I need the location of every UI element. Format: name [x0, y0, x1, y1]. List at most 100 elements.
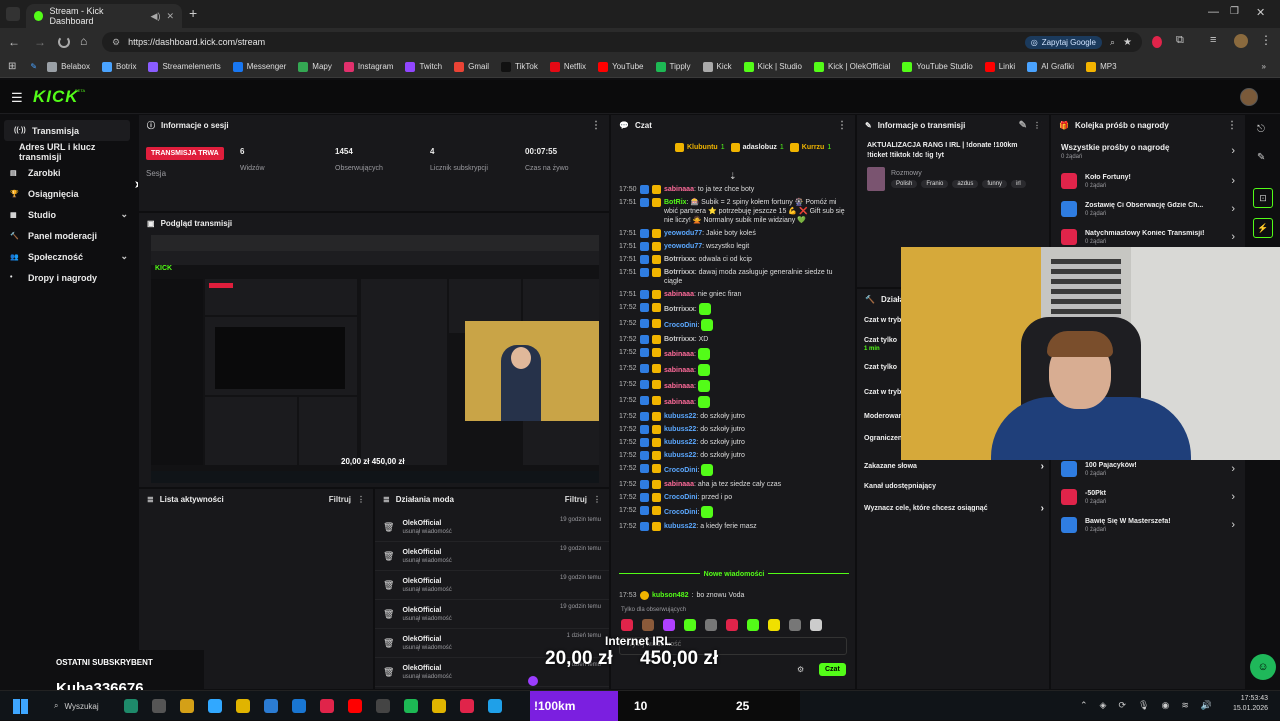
tray-sync-icon[interactable]: ⟳ — [1118, 700, 1126, 711]
new-tab-button[interactable]: + — [189, 5, 197, 21]
bookmark-item[interactable]: Messenger — [232, 61, 286, 72]
tray-network-icon[interactable]: ◉ — [1161, 700, 1169, 711]
activity-filter-button[interactable]: Filtruj — [329, 495, 351, 504]
tab-close-icon[interactable]: ✕ — [166, 11, 174, 22]
emote-icon[interactable] — [789, 619, 801, 631]
pinned-gifter[interactable]: adaslobuz 1 — [730, 143, 784, 152]
chat-username[interactable]: Botrrixxx — [664, 306, 695, 313]
mod-actions-filter-button[interactable]: Filtruj — [565, 495, 587, 504]
reward-item[interactable]: -50Pkt 0 żądań › — [1051, 483, 1245, 511]
chat-username[interactable]: yeowodu77 — [664, 230, 702, 237]
mod-action-user[interactable]: OlekOfficial — [402, 665, 451, 672]
browser-menu-icon[interactable]: ⋮ — [1260, 33, 1272, 47]
chat-username[interactable]: CrocoDini — [664, 322, 697, 329]
taskbar-app-icon[interactable] — [264, 699, 278, 713]
chat-username[interactable]: sabinaaa — [664, 399, 694, 406]
chat-username[interactable]: kubuss22 — [664, 426, 696, 433]
windows-start-icon[interactable] — [13, 699, 28, 714]
clock[interactable]: 17:53:43 15.01.2026 — [1226, 695, 1268, 712]
bookmark-item[interactable]: Mapy — [298, 61, 332, 72]
rail-robot-icon[interactable]: ⊡ — [1253, 188, 1273, 208]
bookmark-item[interactable]: Twitch — [405, 61, 442, 72]
bookmark-item[interactable]: Botrix — [102, 61, 136, 72]
chat-username[interactable]: sabinaaa — [664, 291, 694, 298]
emote-icon[interactable] — [621, 619, 633, 631]
site-info-icon[interactable]: ⚙ — [112, 37, 120, 48]
taskbar-app-icon[interactable] — [460, 699, 474, 713]
maximize-button[interactable]: ❐ — [1230, 6, 1239, 17]
emote-icon[interactable] — [810, 619, 822, 631]
taskbar-search[interactable]: ⌕ Wyszukaj — [46, 697, 118, 715]
chat-username[interactable]: CrocoDini — [664, 509, 697, 516]
chat-username[interactable]: sabinaaa — [664, 383, 694, 390]
sidebar-item[interactable]: 👥 Społeczność ⌄ — [0, 246, 138, 267]
bookmark-item[interactable]: AI Grafiki — [1027, 61, 1074, 72]
user-avatar[interactable] — [1240, 88, 1258, 106]
rail-bolt-icon[interactable]: ⚡ — [1253, 218, 1273, 238]
url-bar[interactable]: ⚙ https://dashboard.kick.com/stream ◎ Zap… — [102, 32, 1142, 52]
hamburger-menu-icon[interactable]: ☰ — [11, 90, 23, 106]
bookmark-item[interactable]: Linki — [984, 61, 1015, 72]
chat-username[interactable]: kubson482 — [652, 591, 689, 600]
emote-icon[interactable] — [642, 619, 654, 631]
bookmark-item[interactable]: TikTok — [501, 61, 538, 72]
stream-tag[interactable]: Franio — [921, 180, 949, 188]
stream-video[interactable]: KICK 20,00 zł 450,00 zł — [151, 235, 599, 483]
emote-icon[interactable] — [768, 619, 780, 631]
taskbar-app-icon[interactable] — [376, 699, 390, 713]
rail-exit-icon[interactable]: ⎋ — [1257, 124, 1265, 135]
chat-username[interactable]: sabinaaa — [664, 481, 694, 488]
reward-item[interactable]: Zostawię Ci Obserwację Gdzie Ch... 0 żąda… — [1051, 195, 1245, 223]
mod-action-user[interactable]: OlekOfficial — [402, 549, 451, 556]
chat-username[interactable]: CrocoDini — [664, 494, 697, 501]
ask-google-button[interactable]: ◎ Zapytaj Google — [1024, 35, 1102, 49]
activity-menu-icon[interactable]: ⋮ — [357, 495, 365, 504]
loading-icon[interactable] — [58, 36, 70, 48]
bookmark-item[interactable]: Streamelements — [148, 61, 221, 72]
stream-tag[interactable]: funny — [982, 180, 1008, 188]
taskbar-app-icon[interactable] — [432, 699, 446, 713]
extensions-puzzle-icon[interactable]: ⧉ — [1176, 34, 1184, 47]
reward-item[interactable]: Koło Fortuny! 0 żądań › — [1051, 167, 1245, 195]
chat-username[interactable]: kubuss22 — [664, 413, 696, 420]
stream-tag[interactable]: azdus — [952, 180, 979, 188]
session-menu-icon[interactable]: ⋮ — [591, 120, 601, 131]
tray-chevron-icon[interactable]: ⌃ — [1080, 700, 1088, 711]
bookmark-item[interactable]: Tipply — [655, 61, 691, 72]
pinned-gifter[interactable]: Klubuntu 1 — [675, 143, 725, 152]
taskbar-app-icon[interactable] — [208, 699, 222, 713]
chat-username[interactable]: BotRix — [664, 199, 687, 206]
browser-tab[interactable]: Stream - Kick Dashboard ◀) ✕ — [26, 4, 182, 28]
emote-icon[interactable] — [663, 619, 675, 631]
sidebar-item[interactable]: ((·)) Transmisja — [4, 120, 130, 141]
kick-logo[interactable]: KICK — [33, 87, 79, 107]
bookmark-star-icon[interactable]: ★ — [1123, 37, 1132, 48]
minimize-button[interactable]: — — [1208, 6, 1219, 18]
mod-actions-menu-icon[interactable]: ⋮ — [593, 495, 601, 504]
stream-tag[interactable]: irl — [1011, 180, 1026, 188]
tray-volume-icon[interactable]: 🔊 — [1201, 700, 1212, 711]
mod-tool-item[interactable]: Kanał udostępniający — [864, 483, 1044, 490]
bookmark-item[interactable]: Kick | OlekOfficial — [814, 61, 890, 72]
close-window-button[interactable]: ✕ — [1256, 6, 1265, 19]
tray-wifi-icon[interactable]: ≋ — [1181, 700, 1189, 711]
chat-username[interactable]: Botrrixxx — [664, 336, 695, 343]
chat-scroll-icon[interactable]: ⇣ — [729, 171, 737, 182]
chat-username[interactable]: sabinaaa — [664, 186, 694, 193]
back-icon[interactable]: ← — [8, 35, 20, 49]
pinned-gifter[interactable]: Kurrzu 1 — [789, 143, 831, 152]
taskbar-app-icon[interactable] — [152, 699, 166, 713]
zoom-icon[interactable]: ⌕ — [1110, 37, 1115, 48]
mod-action-user[interactable]: OlekOfficial — [402, 578, 451, 585]
sidebar-item[interactable]: ▦ Studio ⌄ — [0, 204, 138, 225]
chat-username[interactable]: Botrrixxx — [664, 256, 695, 263]
taskbar-app-icon[interactable] — [404, 699, 418, 713]
sidebar-item[interactable]: ▤ Zarobki — [0, 162, 138, 183]
taskbar-app-icon[interactable] — [180, 699, 194, 713]
chat-username[interactable]: kubuss22 — [664, 452, 696, 459]
chat-username[interactable]: kubuss22 — [664, 439, 696, 446]
bookmark-item[interactable]: Netflix — [549, 61, 586, 72]
taskbar-app-icon[interactable] — [292, 699, 306, 713]
sidebar-item[interactable]: Adres URL i klucz transmisji — [0, 141, 138, 162]
mod-tool-item[interactable]: Zakazane słowa › — [864, 461, 1044, 472]
